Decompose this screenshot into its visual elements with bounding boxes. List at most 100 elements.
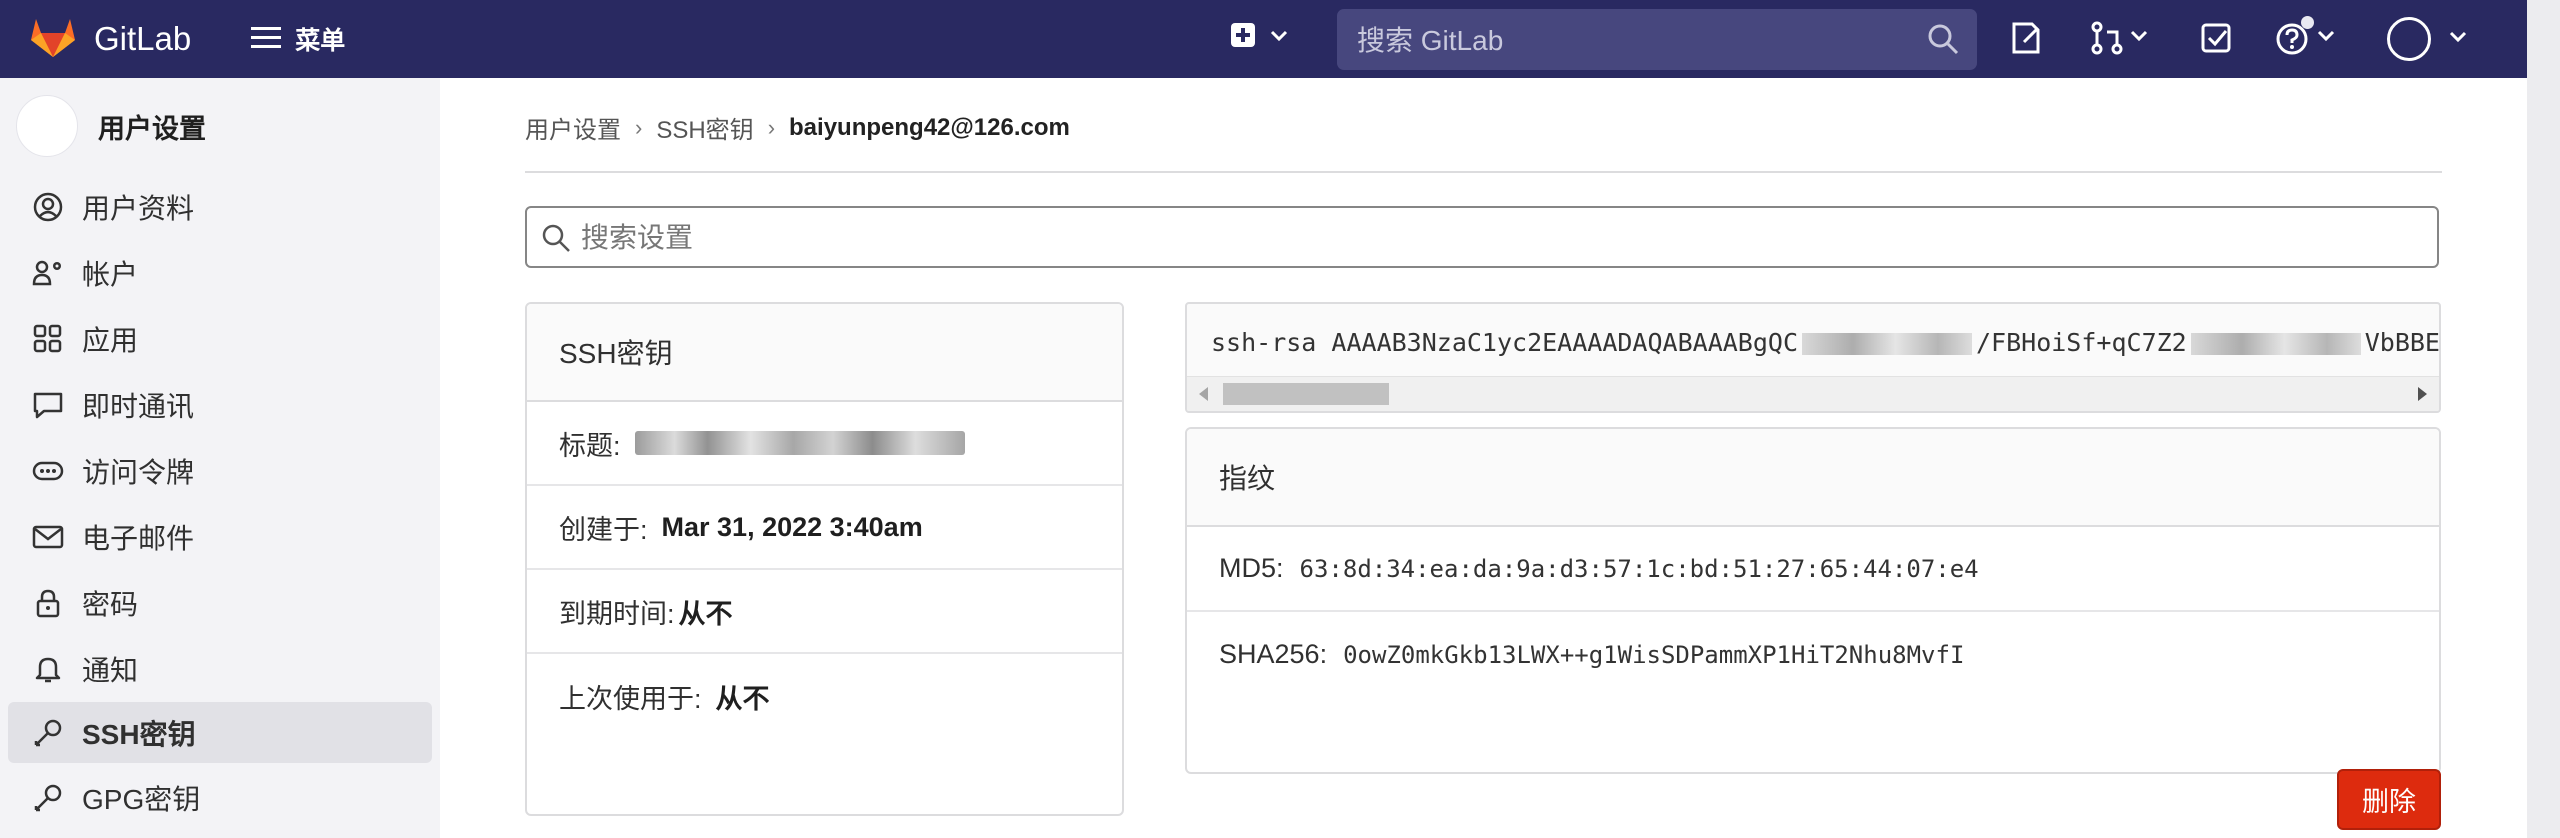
avatar [2387,17,2431,61]
redacted-title [634,431,965,455]
avatar [16,95,78,157]
key-icon [30,783,66,813]
ssh-key-code-block[interactable]: ssh-rsa AAAAB3NzaC1yc2EAAAADAQABAAABgQC /… [1185,302,2441,413]
gitlab-logo [30,16,76,63]
merge-request-icon[interactable] [2090,20,2148,56]
sidebar-item-profile[interactable]: 用户资料 [8,176,432,237]
ssh-key-text: ssh-rsa AAAAB3NzaC1yc2EAAAADAQABAAABgQC /… [1211,328,2439,357]
search-icon [541,223,571,258]
sidebar-header[interactable]: 用户设置 [0,78,440,174]
redacted-segment [1802,333,1972,355]
sidebar-item-label: 通知 [82,654,139,686]
scroll-right-arrow-icon[interactable] [2418,387,2427,401]
chat-icon [30,390,66,420]
sidebar-item-applications[interactable]: 应用 [8,308,432,369]
user-menu[interactable] [2387,17,2467,61]
brand-name: GitLab [94,20,192,57]
bell-icon [30,654,66,684]
created-value: Mar 31, 2022 3:40am [661,511,923,542]
sidebar-item-ssh-keys[interactable]: SSH密钥 [8,702,432,763]
sidebar-item-chat[interactable]: 即时通讯 [8,374,432,435]
chevron-right-icon: › [767,114,776,140]
breadcrumb-link-user-settings[interactable]: 用户设置 [525,110,621,145]
sha256-value: 0owZ0mkGkb13LWX++g1WisSDPammXP1HiT2Nhu8M… [1343,640,1965,669]
create-new-button[interactable] [1230,22,1288,53]
divider [525,171,2442,173]
hamburger-icon [251,25,282,54]
last-used-value: 从不 [715,683,770,714]
last-used-row: 上次使用于: 从不 [527,654,1122,738]
sidebar-item-label: 应用 [82,324,139,356]
issues-icon[interactable] [2010,20,2044,56]
settings-sidebar: 用户设置 用户资料 帐户 应用 即时通讯 访问令牌 电子邮件 密码 通知 SSH… [0,78,440,838]
key-text-prefix: ssh-rsa AAAAB3NzaC1yc2EAAAADAQABAAABgQC [1211,328,1798,357]
help-icon[interactable] [2275,16,2335,56]
mail-icon [30,522,66,552]
created-row: 创建于: Mar 31, 2022 3:40am [527,486,1122,570]
last-used-label: 上次使用于: [559,683,702,714]
sidebar-item-notifications[interactable]: 通知 [8,638,432,699]
sidebar-item-password[interactable]: 密码 [8,572,432,633]
horizontal-scrollbar[interactable] [1187,376,2439,411]
key-text-middle: /FBHoiSf+qC7Z2 [1976,328,2187,357]
title-label: 标题: [559,430,621,461]
todo-icon[interactable] [2200,20,2234,56]
chevron-down-icon [1270,29,1288,47]
delete-button[interactable]: 删除 [2337,769,2441,830]
lock-icon [30,588,66,618]
expires-row: 到期时间: 从不 [527,570,1122,654]
md5-row: MD5: 63:8d:34:ea:da:9a:d3:57:1c:bd:51:27… [1187,527,2439,612]
app-window: GitLab 菜单 搜索 GitLab 用户设置 用户资料 帐户 应用 即时通讯… [0,0,2527,838]
ssh-key-details-card: SSH密钥 标题: 创建于: Mar 31, 2022 3:40am 到期时间:… [525,302,1124,816]
notification-dot [2301,16,2314,29]
breadcrumb-current: baiyunpeng42@126.com [789,113,1070,141]
sidebar-item-label: 帐户 [82,258,139,290]
chevron-down-icon [2317,29,2335,47]
redacted-segment [2190,333,2361,355]
sidebar-item-label: GPG密钥 [82,783,201,815]
expires-label: 到期时间: [559,598,675,629]
breadcrumb: 用户设置 › SSH密钥 › baiyunpeng42@126.com [525,110,1070,145]
card-header: SSH密钥 [527,304,1122,402]
settings-search-input[interactable] [579,208,2383,268]
sha256-row: SHA256: 0owZ0mkGkb13LWX++g1WisSDPammXP1H… [1187,612,2439,697]
md5-value: 63:8d:34:ea:da:9a:d3:57:1c:bd:51:27:65:4… [1299,554,1979,583]
token-icon [30,456,66,486]
search-icon[interactable] [1927,23,1959,60]
applications-icon [30,324,66,354]
sha256-label: SHA256: [1219,639,1328,669]
global-search[interactable] [1337,9,1977,72]
fingerprints-card: 指纹 MD5: 63:8d:34:ea:da:9a:d3:57:1c:bd:51… [1185,427,2441,774]
scroll-left-arrow-icon[interactable] [1199,387,1208,401]
chevron-right-icon: › [635,114,643,140]
sidebar-item-access-tokens[interactable]: 访问令牌 [8,440,432,501]
sidebar-item-label: 密码 [82,588,139,620]
sidebar-item-gpg-keys[interactable]: GPG密钥 [8,767,432,828]
md5-label: MD5: [1219,553,1284,583]
menu-button[interactable]: 菜单 [251,21,345,57]
sidebar-item-account[interactable]: 帐户 [8,242,432,303]
menu-label: 菜单 [295,27,346,55]
brand-link[interactable]: GitLab [30,16,191,63]
sidebar-item-label: 电子邮件 [82,522,195,554]
expires-value: 从不 [678,598,733,629]
page-scrollbar-track[interactable] [2527,0,2560,838]
chevron-down-icon [2130,29,2148,47]
sidebar-title: 用户设置 [98,113,206,144]
sidebar-item-label: 即时通讯 [82,390,195,422]
created-label: 创建于: [559,514,648,545]
sidebar-item-emails[interactable]: 电子邮件 [8,506,432,567]
plus-square-icon [1230,22,1256,53]
scrollbar-thumb[interactable] [1223,383,1389,405]
account-icon [30,258,66,288]
card-header: 指纹 [1187,429,2439,527]
main-content: 用户设置 › SSH密钥 › baiyunpeng42@126.com SSH密… [440,78,2527,838]
global-search-input[interactable] [1355,9,1919,72]
top-navbar: GitLab 菜单 [0,0,2527,78]
user-icon [30,192,66,222]
settings-search[interactable] [525,206,2439,268]
key-title-row: 标题: [527,402,1122,486]
sidebar-item-label: 用户资料 [82,192,195,224]
breadcrumb-link-ssh-keys[interactable]: SSH密钥 [656,110,753,145]
chevron-down-icon [2449,30,2467,48]
